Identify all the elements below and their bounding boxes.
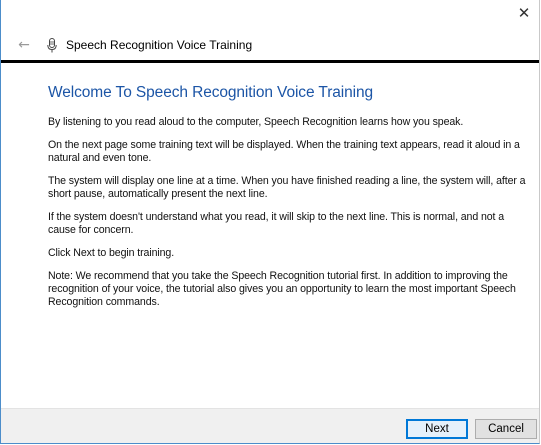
dialog-footer: Next Cancel: [1, 408, 539, 443]
next-button[interactable]: Next: [406, 419, 468, 439]
dialog-window: ✕ ← Speech Recognition Voice Training We…: [0, 0, 540, 444]
page-title: Welcome To Speech Recognition Voice Trai…: [48, 84, 374, 101]
cancel-button[interactable]: Cancel: [475, 419, 537, 439]
close-button[interactable]: ✕: [509, 0, 539, 26]
skip-line-paragraph: If the system doesn't understand what yo…: [48, 211, 505, 236]
dialog-title: Speech Recognition Voice Training: [66, 38, 253, 52]
tutorial-note-paragraph: Note: We recommend that you take the Spe…: [48, 270, 516, 308]
back-arrow-icon: ←: [18, 37, 30, 53]
dialog-header: ← Speech Recognition Voice Training: [1, 30, 539, 60]
close-icon: ✕: [517, 4, 531, 22]
microphone-icon: [45, 37, 59, 53]
line-display-paragraph: The system will display one line at a ti…: [48, 175, 526, 200]
training-text-paragraph: On the next page some training text will…: [48, 139, 520, 164]
back-button[interactable]: ←: [9, 33, 39, 57]
click-next-paragraph: Click Next to begin training.: [48, 247, 175, 259]
main-content: Welcome To Speech Recognition Voice Trai…: [48, 84, 534, 319]
intro-paragraph: By listening to you read aloud to the co…: [48, 116, 464, 128]
header-divider: [1, 60, 539, 63]
